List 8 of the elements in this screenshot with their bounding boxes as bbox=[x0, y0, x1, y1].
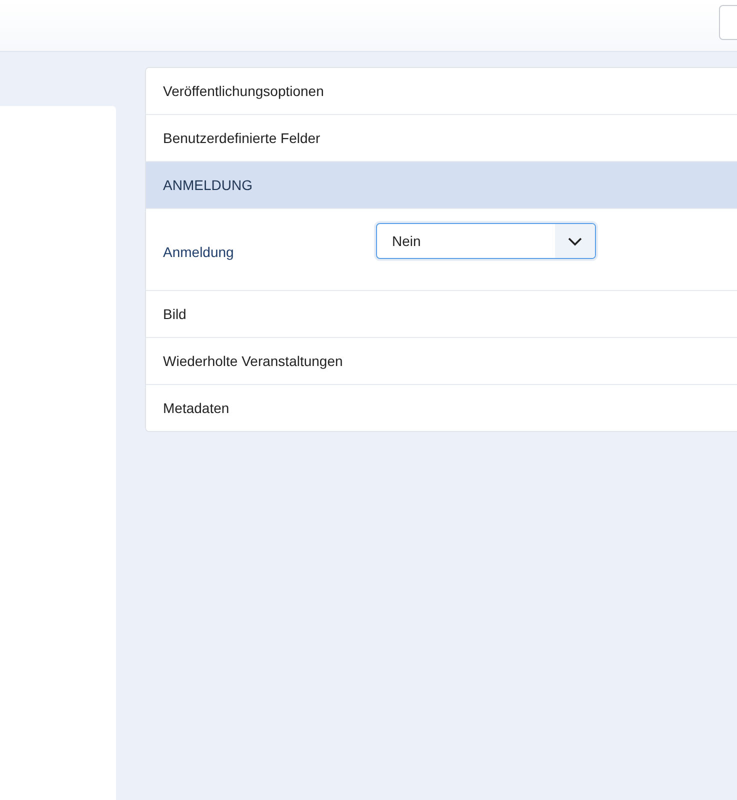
chevron-down-icon bbox=[568, 236, 582, 246]
field-label: Anmeldung bbox=[163, 244, 235, 260]
select-field[interactable]: Nein bbox=[376, 223, 596, 259]
accordion-header[interactable]: Bild bbox=[146, 290, 737, 337]
accordion-header[interactable]: Wiederholte Veranstaltungen bbox=[146, 337, 737, 384]
accordion-header[interactable]: ANMELDUNG bbox=[146, 161, 737, 208]
accordion-header[interactable]: Veröffentlichungsoptionen bbox=[146, 68, 737, 114]
accordion-header[interactable]: Metadaten bbox=[146, 384, 737, 431]
